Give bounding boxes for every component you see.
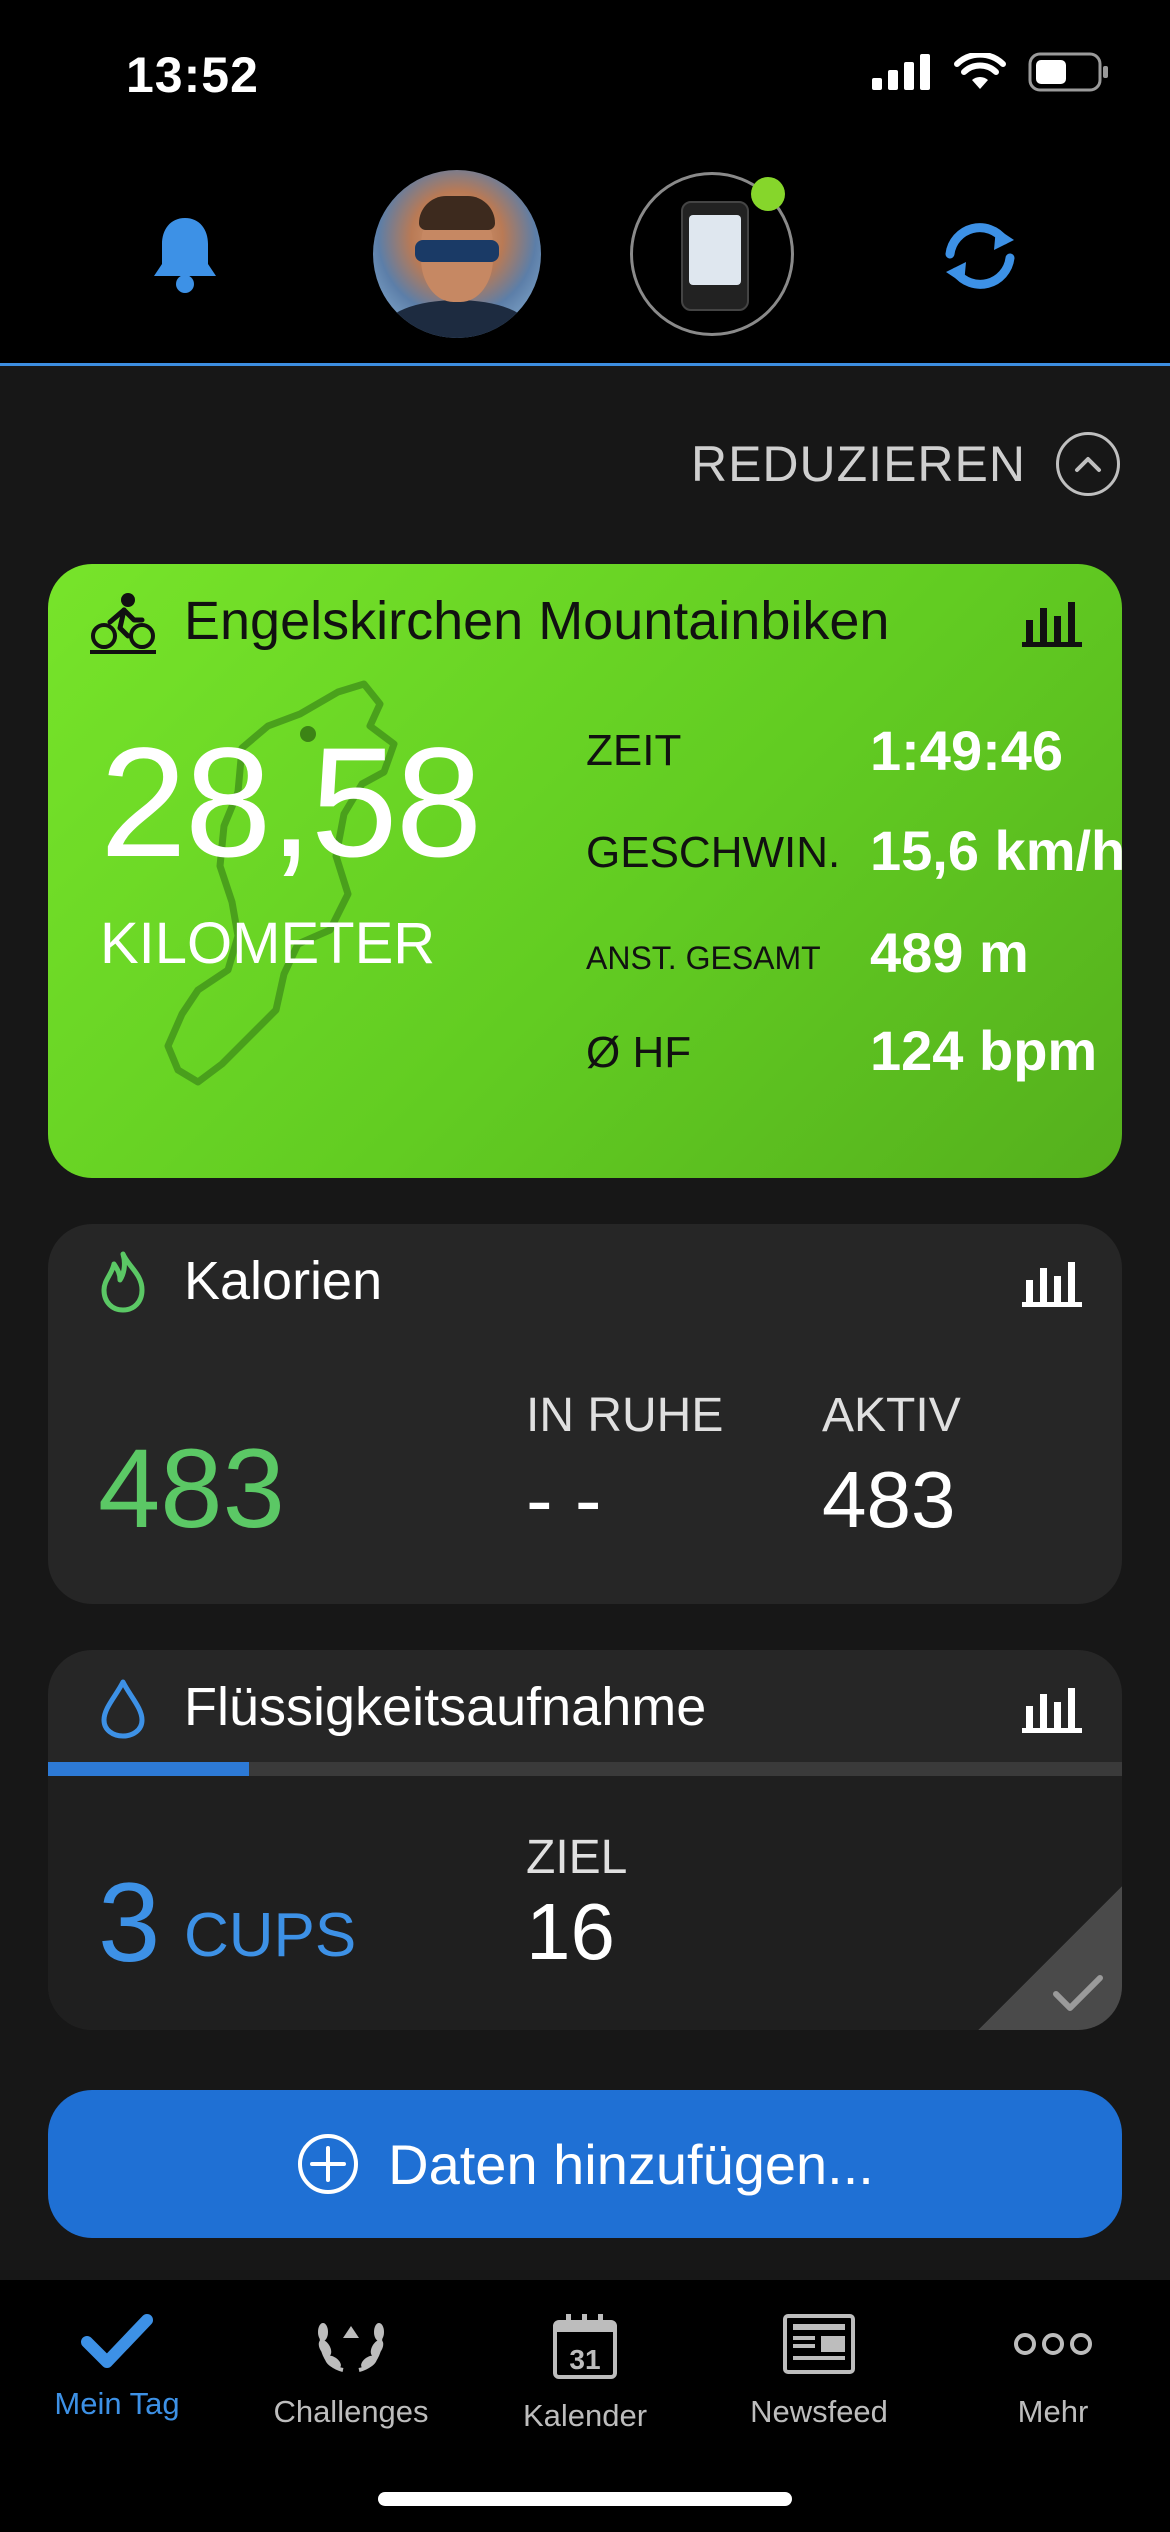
bar-chart-icon[interactable] — [1022, 1258, 1082, 1308]
hydration-card[interactable]: Flüssigkeitsaufnahme 3 CUPS ZIEL 16 — [48, 1650, 1122, 2030]
resting-value: - - — [526, 1455, 602, 1544]
hydration-progress-fill — [48, 1762, 250, 1776]
active-value: 483 — [822, 1455, 956, 1544]
stat-label-speed: GESCHWIN. — [586, 828, 841, 877]
bar-chart-icon[interactable] — [1022, 1684, 1082, 1734]
stat-value-speed: 15,6 km/h — [870, 819, 1122, 882]
goal-value: 16 — [526, 1887, 615, 1976]
stat-label-ascent: ANST. GESAMT — [586, 940, 821, 976]
distance-unit: KILOMETER — [100, 911, 436, 976]
stat-value-ascent: 489 m — [870, 921, 1029, 984]
reduce-toggle[interactable]: REDUZIEREN — [691, 432, 1120, 496]
hydration-unit: CUPS — [184, 1901, 357, 1970]
cellular-signal-icon — [872, 54, 930, 90]
flame-icon — [101, 1251, 145, 1313]
laurel-icon — [318, 2323, 384, 2372]
battery-icon — [1028, 52, 1108, 92]
calories-total: 483 — [98, 1426, 285, 1551]
chevron-up-icon — [1056, 432, 1120, 496]
hydration-progress-bar — [48, 1762, 1122, 1776]
stat-value-heart-rate: 124 bpm — [870, 1019, 1098, 1082]
tab-label: Mein Tag — [54, 2386, 180, 2421]
home-indicator[interactable] — [378, 2492, 792, 2506]
stat-label-time: ZEIT — [586, 726, 682, 775]
resting-label: IN RUHE — [526, 1389, 724, 1442]
checkmark-icon — [81, 2314, 153, 2368]
status-bar: 13:52 — [0, 0, 1170, 150]
plus-circle-icon — [298, 2134, 359, 2194]
hydration-value: 3 — [98, 1860, 161, 1985]
activity-card[interactable]: Engelskirchen Mountainbiken 28,58 KILOME… — [48, 564, 1122, 1178]
device-connected-indicator — [751, 177, 785, 211]
newspaper-icon — [783, 2314, 855, 2374]
tab-challenges[interactable]: Challenges — [234, 2312, 468, 2430]
tab-mehr[interactable]: Mehr — [936, 2312, 1170, 2430]
more-icon — [1014, 2333, 1092, 2355]
sync-icon[interactable] — [938, 218, 1022, 294]
svg-text:31: 31 — [569, 2344, 600, 2375]
top-header — [0, 150, 1170, 366]
water-drop-icon — [101, 1679, 145, 1739]
tab-mein-tag[interactable]: Mein Tag — [0, 2312, 234, 2422]
device-button[interactable] — [630, 172, 794, 336]
cyclist-icon — [90, 593, 156, 654]
distance-value: 28,58 — [100, 716, 482, 890]
bell-icon[interactable] — [150, 214, 220, 294]
reduce-label: REDUZIEREN — [690, 436, 1026, 492]
checkmark-icon — [1053, 1975, 1103, 2011]
add-data-button[interactable]: Daten hinzufügen... — [48, 2090, 1122, 2238]
profile-avatar[interactable] — [373, 170, 541, 338]
tab-label: Newsfeed — [750, 2394, 888, 2429]
tab-newsfeed[interactable]: Newsfeed — [702, 2312, 936, 2430]
wifi-icon — [954, 53, 1006, 89]
calendar-icon: 31 — [553, 2314, 617, 2379]
tab-kalender[interactable]: 31 Kalender — [468, 2312, 702, 2434]
calories-title: Kalorien — [184, 1251, 383, 1311]
stat-label-heart-rate: Ø HF — [586, 1028, 692, 1077]
add-data-label: Daten hinzufügen... — [388, 2132, 874, 2196]
tab-label: Challenges — [273, 2394, 429, 2429]
bar-chart-icon[interactable] — [1022, 598, 1082, 648]
hydration-title: Flüssigkeitsaufnahme — [184, 1677, 707, 1737]
activity-title: Engelskirchen Mountainbiken — [184, 591, 890, 651]
active-label: AKTIV — [822, 1389, 961, 1442]
calories-card[interactable]: Kalorien 483 IN RUHE - - AKTIV 483 — [48, 1224, 1122, 1604]
status-time: 13:52 — [126, 47, 259, 103]
goal-label: ZIEL — [526, 1831, 628, 1884]
tab-label: Mehr — [1017, 2394, 1089, 2429]
quick-add-corner[interactable] — [978, 1886, 1122, 2030]
status-icons — [872, 52, 1110, 92]
stat-value-time: 1:49:46 — [870, 719, 1064, 782]
tab-label: Kalender — [522, 2398, 648, 2433]
